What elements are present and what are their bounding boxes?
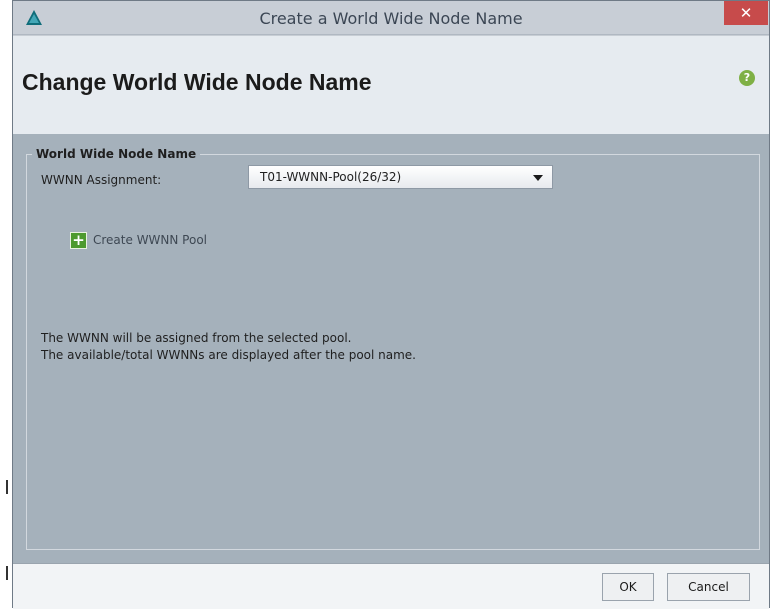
wwnn-groupbox: World Wide Node Name WWNN Assignment: T0…	[26, 147, 760, 550]
chevron-down-icon[interactable]	[533, 175, 543, 181]
background-mark	[6, 480, 8, 494]
window-title: Create a World Wide Node Name	[259, 9, 523, 28]
background-strip	[0, 0, 12, 612]
info-line: The available/total WWNNs are displayed …	[41, 348, 416, 362]
info-line: The WWNN will be assigned from the selec…	[41, 331, 352, 345]
dialog-footer: OK Cancel	[13, 563, 769, 609]
cancel-button[interactable]: Cancel	[667, 573, 750, 601]
close-button[interactable]: ✕	[724, 1, 768, 25]
dialog-window: Create a World Wide Node Name ✕ Change W…	[12, 0, 770, 609]
info-text: The WWNN will be assigned from the selec…	[41, 330, 416, 364]
ok-button[interactable]: OK	[602, 573, 654, 601]
background-mark	[6, 566, 8, 580]
wwnn-assignment-value: T01-WWNN-Pool(26/32)	[260, 170, 402, 184]
close-icon: ✕	[739, 4, 753, 22]
wwnn-assignment-label: WWNN Assignment:	[41, 173, 162, 187]
help-icon[interactable]: ?	[739, 70, 755, 86]
plus-icon: +	[70, 231, 87, 249]
page-title: Change World Wide Node Name	[22, 69, 372, 95]
dialog-header: Change World Wide Node Name ?	[13, 36, 769, 134]
title-bar[interactable]: Create a World Wide Node Name ✕	[13, 1, 769, 35]
create-wwnn-pool-link[interactable]: + Create WWNN Pool	[70, 230, 207, 250]
group-legend: World Wide Node Name	[32, 147, 201, 161]
dialog-body: World Wide Node Name WWNN Assignment: T0…	[13, 134, 769, 563]
wwnn-assignment-select[interactable]: T01-WWNN-Pool(26/32)	[248, 165, 553, 189]
create-wwnn-pool-label: Create WWNN Pool	[93, 233, 208, 247]
